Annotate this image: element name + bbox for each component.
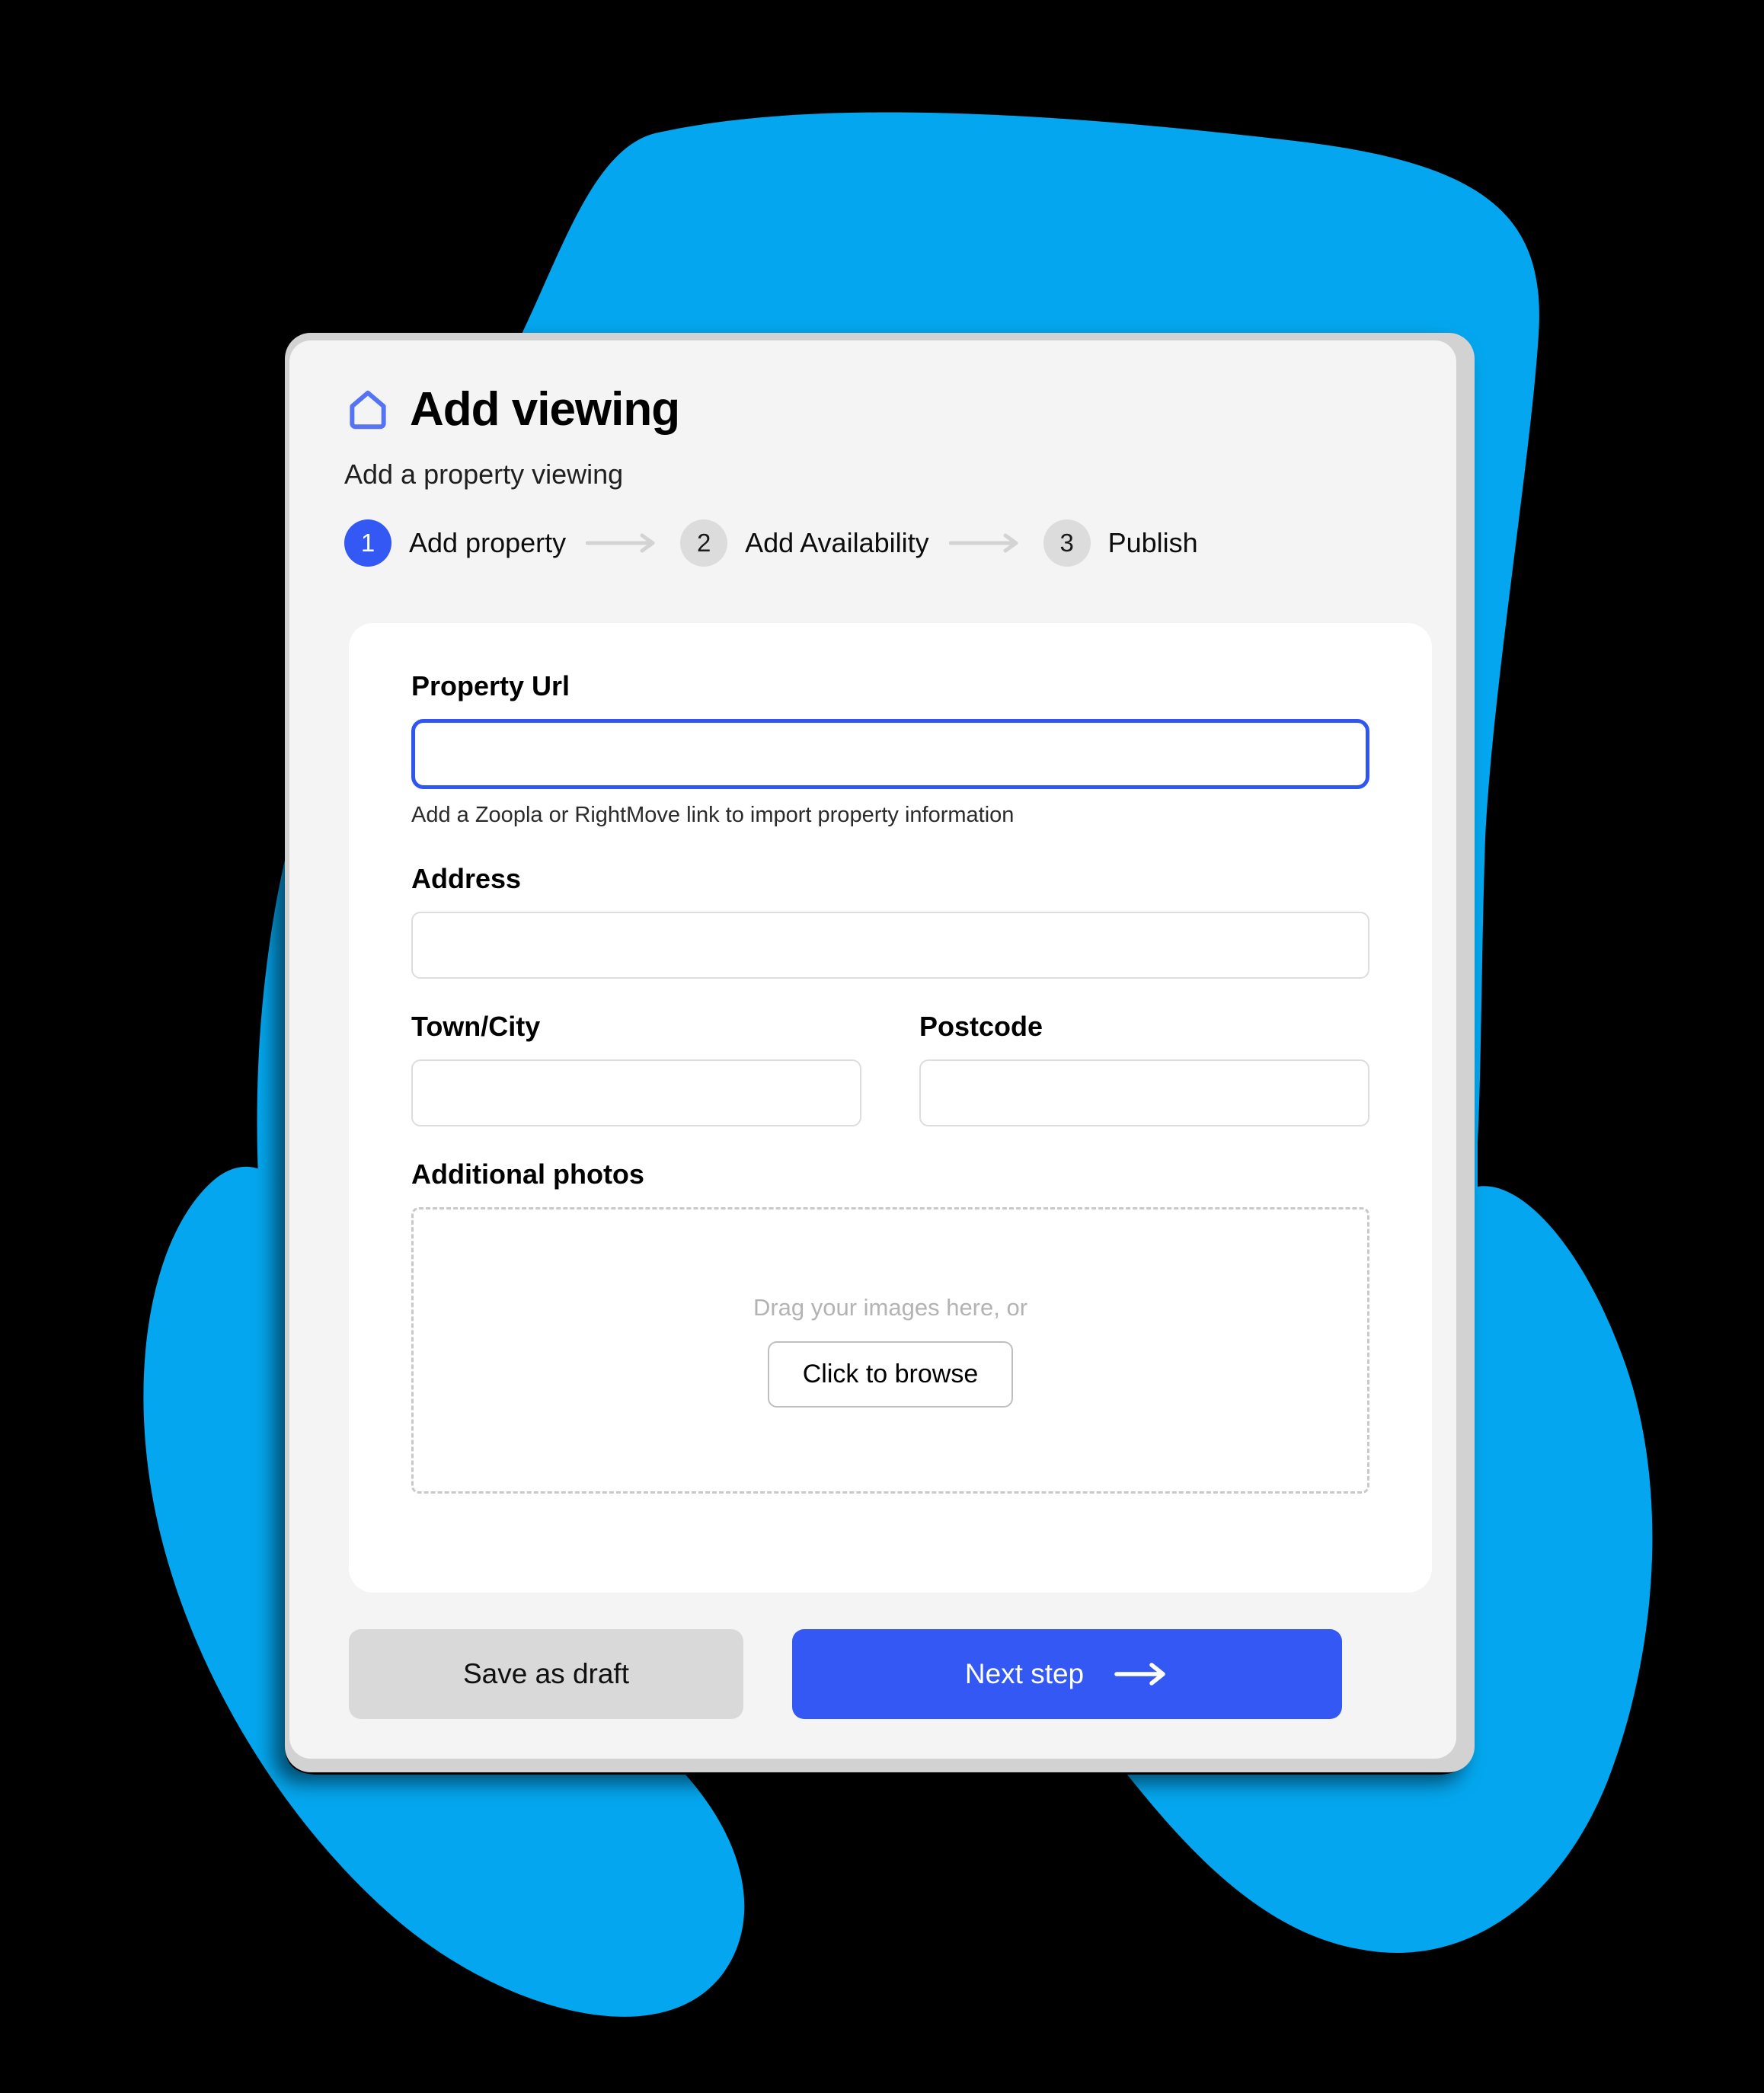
step-badge-3: 3 xyxy=(1043,519,1091,567)
page-title: Add viewing xyxy=(410,383,680,436)
card-header: Add viewing Add a property viewing 1 Add… xyxy=(289,340,1456,567)
save-as-draft-button[interactable]: Save as draft xyxy=(349,1629,743,1719)
field-additional-photos: Additional photos Drag your images here,… xyxy=(411,1158,1369,1494)
stepper: 1 Add property 2 Add Availability 3 Publ… xyxy=(344,519,1456,567)
address-input[interactable] xyxy=(411,912,1369,979)
arrow-right-icon xyxy=(586,533,655,553)
next-step-label: Next step xyxy=(964,1658,1085,1689)
device-frame: Add viewing Add a property viewing 1 Add… xyxy=(285,333,1475,1772)
step-label-2: Add Availability xyxy=(745,527,929,558)
step-badge-2: 2 xyxy=(680,519,728,567)
arrow-right-icon xyxy=(948,533,1018,553)
property-url-label: Property Url xyxy=(411,670,570,701)
stepper-step-1[interactable]: 1 Add property xyxy=(344,519,566,567)
dropzone-hint-text: Drag your images here, or xyxy=(753,1293,1028,1321)
field-address: Address xyxy=(411,863,1369,979)
stepper-step-3[interactable]: 3 Publish xyxy=(1043,519,1198,567)
property-url-input[interactable] xyxy=(411,719,1369,789)
postcode-label: Postcode xyxy=(919,1011,1043,1042)
step-label-1: Add property xyxy=(409,527,567,558)
form-panel: Property Url Add a Zoopla or RightMove l… xyxy=(349,623,1432,1593)
town-postcode-row: Town/City Postcode xyxy=(411,1011,1369,1126)
stepper-step-2[interactable]: 2 Add Availability xyxy=(680,519,929,567)
stepper-arrow-1 xyxy=(586,533,660,553)
postcode-input[interactable] xyxy=(919,1059,1369,1126)
home-icon xyxy=(350,390,386,430)
address-label: Address xyxy=(411,863,522,894)
step-label-3: Publish xyxy=(1107,527,1198,558)
step-badge-1: 1 xyxy=(344,519,391,567)
title-row: Add viewing xyxy=(344,386,1456,433)
additional-photos-label: Additional photos xyxy=(411,1158,644,1190)
property-url-helper: Add a Zoopla or RightMove link to import… xyxy=(411,803,1015,827)
stepper-arrow-2 xyxy=(948,533,1024,553)
field-postcode: Postcode xyxy=(919,1011,1369,1126)
next-step-button[interactable]: Next step xyxy=(792,1629,1342,1719)
card-footer: Save as draft Next step xyxy=(289,1629,1456,1719)
add-viewing-card: Add viewing Add a property viewing 1 Add… xyxy=(289,340,1456,1759)
arrow-right-icon xyxy=(1114,1663,1165,1686)
photo-dropzone[interactable]: Drag your images here, or Click to brows… xyxy=(411,1207,1369,1494)
town-city-input[interactable] xyxy=(411,1059,861,1126)
town-city-label: Town/City xyxy=(411,1011,541,1042)
page-subtitle: Add a property viewing xyxy=(344,459,624,490)
field-town-city: Town/City xyxy=(411,1011,861,1126)
form-panel-inner: Property Url Add a Zoopla or RightMove l… xyxy=(349,623,1432,1494)
field-property-url: Property Url Add a Zoopla or RightMove l… xyxy=(411,670,1369,828)
click-to-browse-button[interactable]: Click to browse xyxy=(767,1340,1014,1408)
